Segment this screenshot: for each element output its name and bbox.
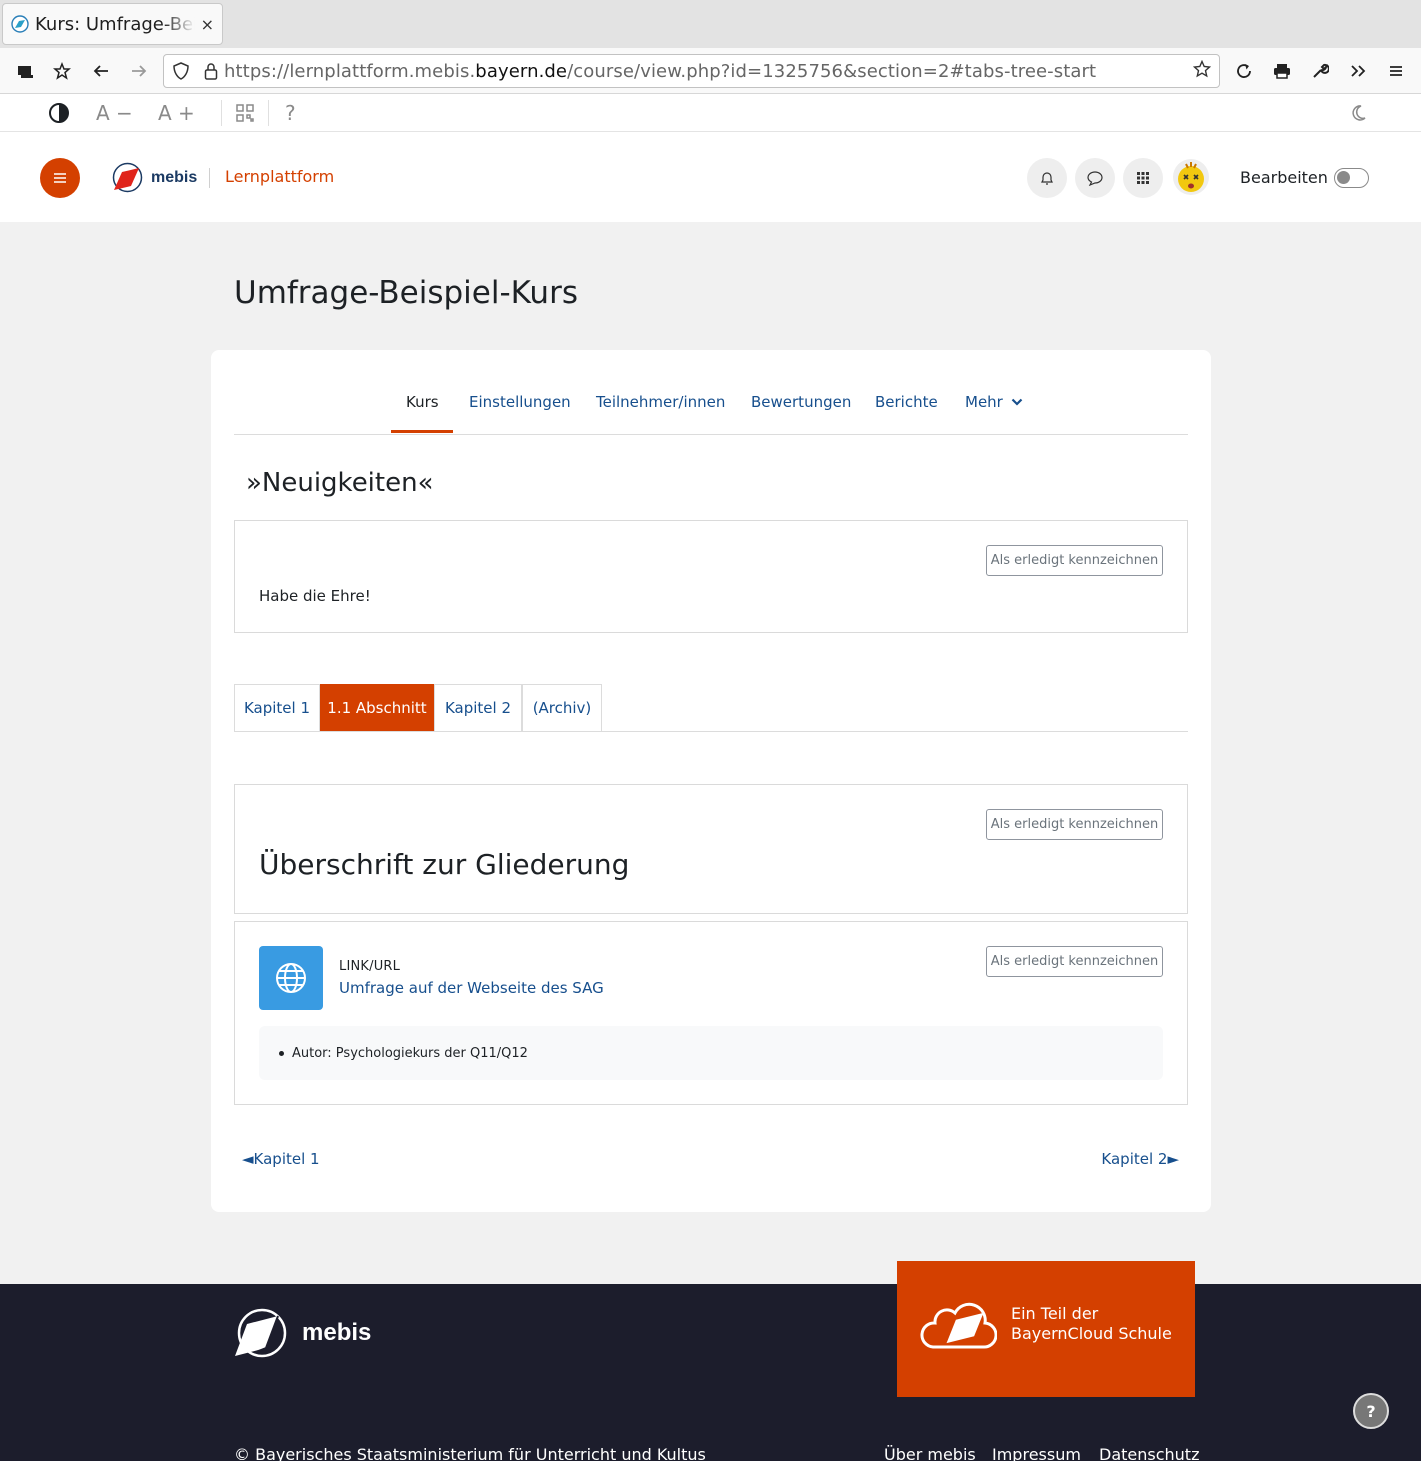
divider: [209, 168, 210, 188]
activity-info-text: Autor: Psychologiekurs der Q11/Q12: [292, 1045, 528, 1061]
nav-mehr-label: Mehr: [965, 393, 1003, 411]
mebis-logo-icon: [112, 162, 143, 193]
logo-text: mebis: [151, 168, 198, 186]
browser-tabstrip: Kurs: Umfrage-Beispiel-Kurs ×: [0, 0, 1421, 48]
tab-abschnitt-1-1[interactable]: 1.1 Abschnitt: [320, 684, 434, 731]
bullet-icon: [279, 1050, 284, 1056]
edit-mode-label: Bearbeiten: [1240, 168, 1328, 187]
next-section-link[interactable]: Kapitel 2►: [1101, 1150, 1179, 1168]
help-floating-button[interactable]: ?: [1353, 1393, 1389, 1429]
mebis-logo-icon: [235, 1308, 287, 1358]
activity-info-box: Autor: Psychologiekurs der Q11/Q12: [259, 1026, 1163, 1080]
bayerncloud-banner[interactable]: Ein Teil der BayernCloud Schule: [897, 1261, 1195, 1397]
prev-section-link[interactable]: ◄Kapitel 1: [242, 1150, 320, 1168]
contrast-toggle-icon[interactable]: [48, 94, 70, 132]
site-footer: mebis: [0, 1284, 1421, 1461]
chevron-down-icon: [1011, 398, 1022, 406]
mebis-favicon-icon: [11, 15, 29, 33]
chat-bubble-icon: [1087, 171, 1103, 186]
tab-kapitel-2[interactable]: Kapitel 2: [434, 684, 522, 731]
activity-url-icon[interactable]: [259, 946, 323, 1010]
course-content-card: Kurs Einstellungen Teilnehmer/innen Bewe…: [211, 350, 1211, 1212]
font-decrease-button[interactable]: A −: [96, 94, 133, 132]
back-icon[interactable]: [86, 48, 116, 94]
mark-done-button[interactable]: Als erledigt kennzeichnen: [986, 946, 1163, 977]
mebis-logo[interactable]: mebis: [112, 162, 197, 193]
footer-link-impressum[interactable]: Impressum: [992, 1445, 1081, 1461]
cloud-icon: [920, 1302, 997, 1349]
grid-icon: [1137, 172, 1149, 184]
nav-teilnehmer[interactable]: Teilnehmer/innen: [596, 393, 725, 411]
notifications-button[interactable]: [1027, 158, 1067, 198]
print-icon[interactable]: [1267, 48, 1297, 94]
wrench-icon[interactable]: [1305, 48, 1335, 94]
news-activity-box: Als erledigt kennzeichnen Habe die Ehre!: [234, 520, 1188, 633]
bayerncloud-text: Ein Teil der BayernCloud Schule: [1011, 1304, 1172, 1344]
url-activity-box: LINK/URL Umfrage auf der Webseite des SA…: [234, 921, 1188, 1105]
tracking-shield-icon[interactable]: [164, 62, 198, 80]
activity-title-link[interactable]: Umfrage auf der Webseite des SAG: [339, 979, 604, 997]
bayerncloud-line-2: BayernCloud Schule: [1011, 1324, 1172, 1343]
divider: [221, 100, 222, 126]
overflow-chevrons-icon[interactable]: [1343, 48, 1373, 94]
mark-done-button[interactable]: Als erledigt kennzeichnen: [986, 545, 1163, 576]
footer-mebis-logo[interactable]: mebis: [234, 1308, 371, 1358]
drawer-menu-button[interactable]: [40, 158, 80, 198]
tab-kapitel-1[interactable]: Kapitel 1: [234, 684, 320, 731]
nav-kurs[interactable]: Kurs: [406, 393, 439, 411]
dark-mode-moon-icon[interactable]: [1351, 94, 1371, 132]
user-avatar[interactable]: [1172, 158, 1210, 196]
footer-link-ueber-mebis[interactable]: Über mebis: [884, 1445, 976, 1461]
active-tab-indicator: [391, 430, 453, 433]
help-button[interactable]: ?: [285, 94, 296, 132]
bookmark-page-icon[interactable]: [1185, 59, 1219, 83]
forward-icon[interactable]: [124, 48, 154, 94]
accessibility-bar: A − A + ?: [0, 94, 1421, 132]
nav-mehr[interactable]: Mehr: [965, 393, 1023, 411]
container-tabs-icon[interactable]: [10, 48, 40, 94]
apps-button[interactable]: [1123, 158, 1163, 198]
platform-name[interactable]: Lernplattform: [225, 167, 334, 186]
divider: [268, 100, 269, 126]
mark-done-button[interactable]: Als erledigt kennzeichnen: [986, 809, 1163, 840]
bell-icon: [1041, 172, 1053, 185]
address-bar[interactable]: https://lernplattform.mebis.bayern.de/co…: [163, 54, 1220, 88]
hamburger-icon: [54, 173, 66, 183]
qr-code-icon[interactable]: [235, 94, 255, 132]
browser-tab[interactable]: Kurs: Umfrage-Beispiel-Kurs ×: [2, 3, 223, 45]
bookmark-star-icon[interactable]: [47, 48, 77, 94]
edit-mode-toggle[interactable]: [1334, 168, 1369, 188]
url-domain: bayern.de: [475, 60, 568, 82]
page-title: Umfrage-Beispiel-Kurs: [234, 275, 578, 311]
site-header: mebis Lernplattform Bearbeiten: [0, 132, 1421, 222]
url-path: /course/view.php?id=1325756&section=2#ta…: [567, 60, 1097, 82]
globe-icon: [276, 963, 306, 993]
tab-close-icon[interactable]: ×: [201, 15, 214, 34]
reload-icon[interactable]: [1229, 48, 1259, 94]
nav-einstellungen[interactable]: Einstellungen: [469, 393, 571, 411]
footer-copyright: © Bayerisches Staatsministerium für Unte…: [234, 1445, 706, 1461]
section-heading-news: »Neuigkeiten«: [246, 468, 434, 498]
tab-title: Kurs: Umfrage-Beispiel-Kurs: [35, 13, 195, 35]
footer-link-datenschutz[interactable]: Datenschutz: [1099, 1445, 1199, 1461]
footer-logo-text: mebis: [302, 1319, 372, 1346]
course-secondary-nav: Kurs Einstellungen Teilnehmer/innen Bewe…: [234, 380, 1188, 435]
section-label-box: Als erledigt kennzeichnen Überschrift zu…: [234, 784, 1188, 914]
section-subheading: Überschrift zur Gliederung: [259, 848, 630, 881]
nav-berichte[interactable]: Berichte: [875, 393, 938, 411]
messages-button[interactable]: [1075, 158, 1115, 198]
url-text: https://lernplattform.mebis.bayern.de/co…: [224, 61, 1096, 82]
browser-navbar: https://lernplattform.mebis.bayern.de/co…: [0, 48, 1421, 94]
activity-type-label: LINK/URL: [339, 959, 401, 974]
news-text: Habe die Ehre!: [259, 587, 371, 605]
nav-bewertungen[interactable]: Bewertungen: [751, 393, 851, 411]
font-increase-button[interactable]: A +: [158, 94, 195, 132]
bayerncloud-line-1: Ein Teil der: [1011, 1304, 1099, 1323]
tab-archiv[interactable]: (Archiv): [522, 684, 602, 731]
app-menu-icon[interactable]: [1381, 48, 1411, 94]
url-prefix: https://lernplattform.mebis.: [224, 60, 476, 82]
section-tabs: Kapitel 1 1.1 Abschnitt Kapitel 2 (Archi…: [234, 684, 1188, 732]
lock-icon[interactable]: [198, 62, 224, 80]
